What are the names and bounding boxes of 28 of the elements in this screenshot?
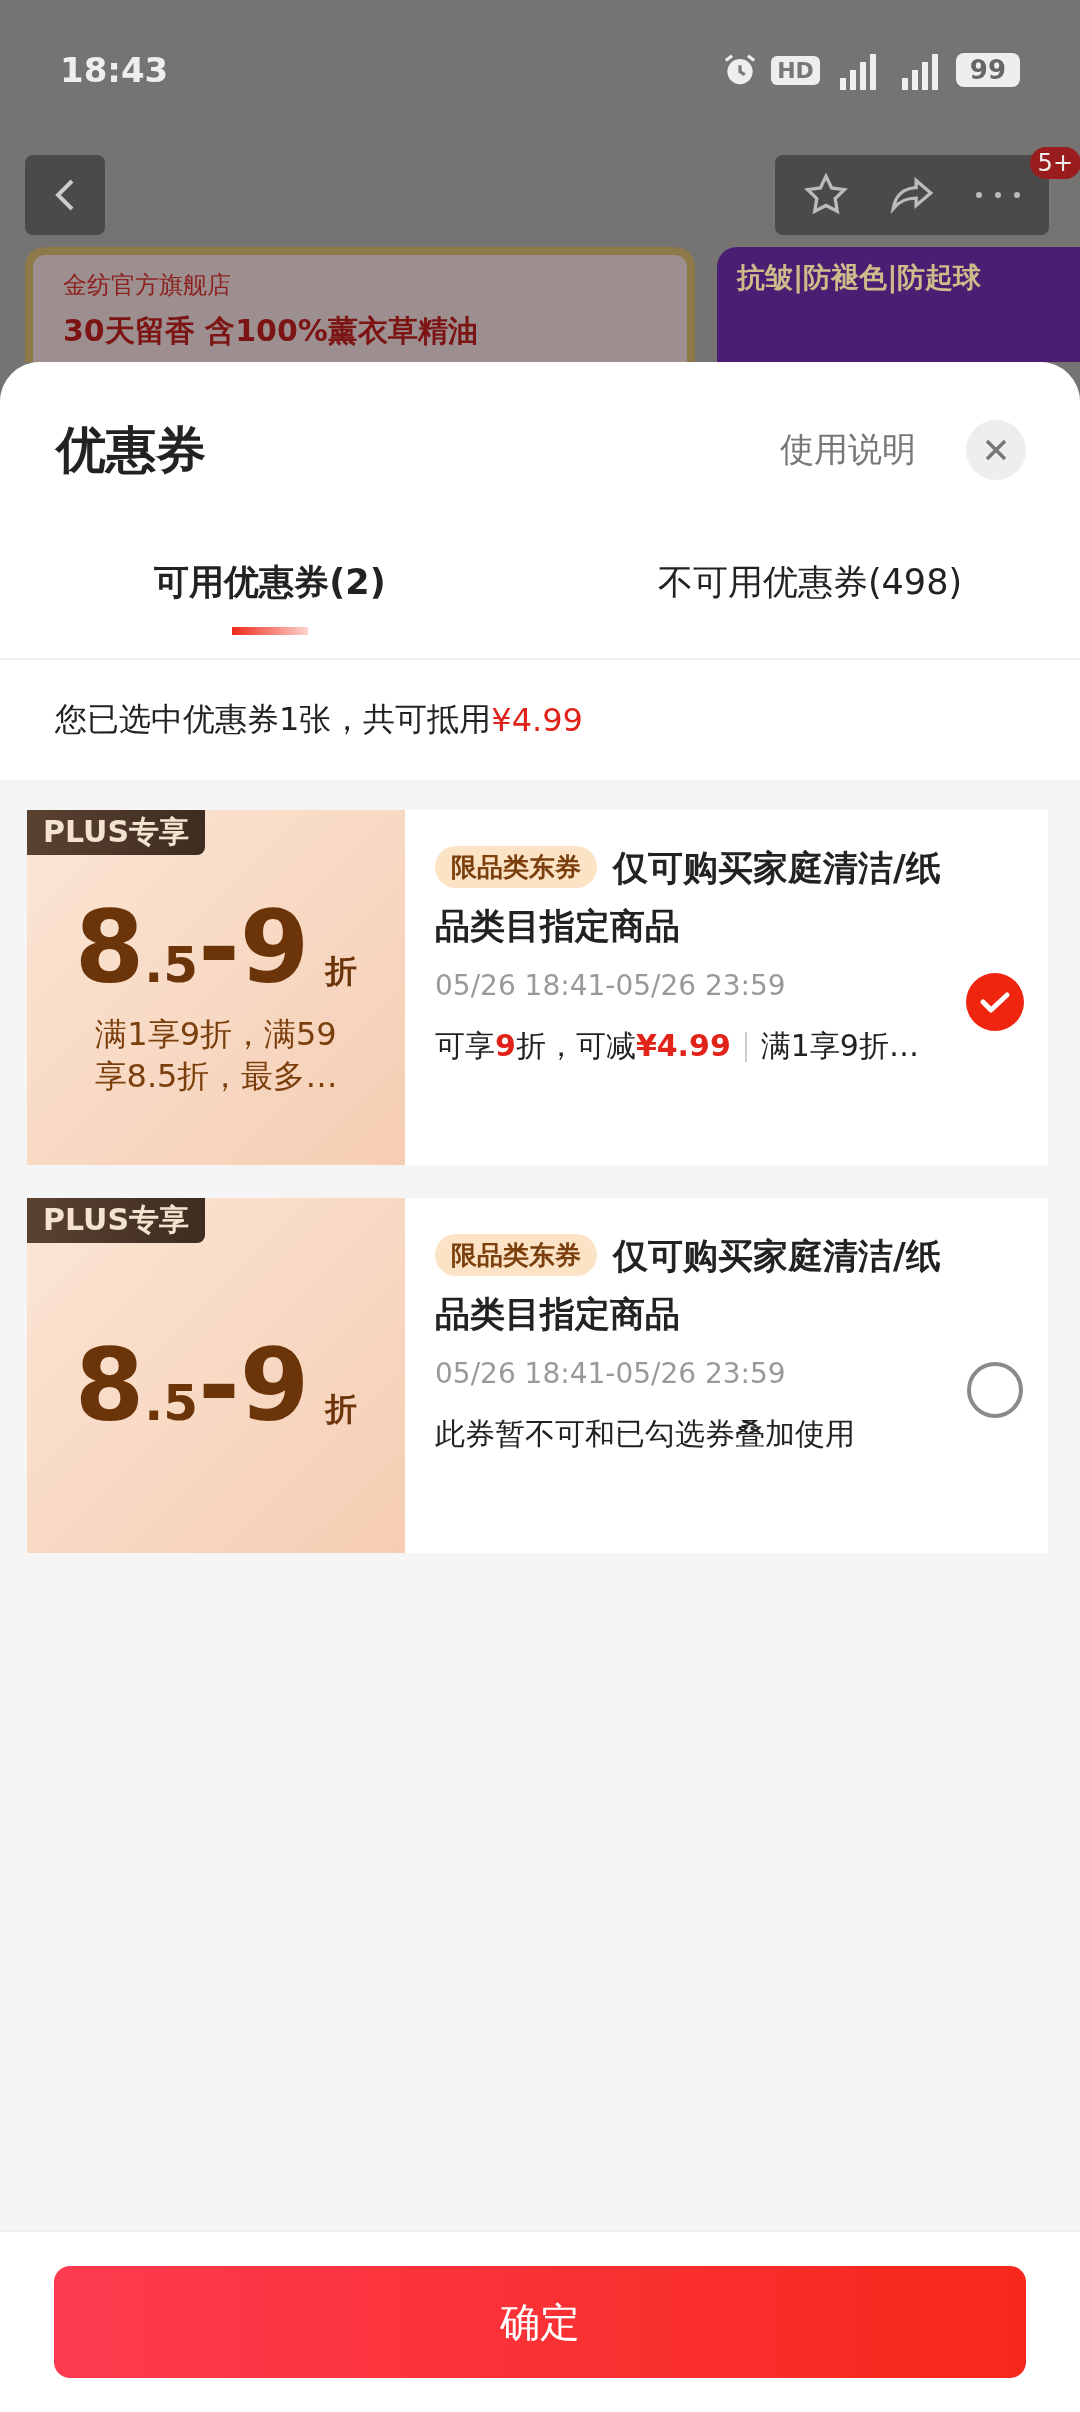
plus-badge: PLUS专享 [27, 1198, 205, 1243]
store-name: 金纺官方旗舰店 [63, 270, 232, 301]
checked-icon[interactable] [966, 972, 1024, 1031]
notification-badge: 5+ [1029, 147, 1080, 179]
help-link[interactable]: 使用说明 [780, 427, 916, 473]
back-button[interactable] [25, 155, 105, 235]
status-time: 18:43 [60, 50, 169, 90]
discount-amount: 8.5-9 折 [74, 1335, 358, 1436]
coupon-note: 满1享9折… [760, 1027, 919, 1065]
discount-condition: 满1享9折，满59享8.5折，最多… [93, 1013, 339, 1097]
banner-slogan: 抗皱|防褪色|防起球 [737, 261, 982, 294]
confirm-button[interactable]: 确定 [54, 2266, 1026, 2378]
plus-badge: PLUS专享 [27, 810, 205, 855]
discount-amount: 8.5-9 折 [74, 897, 358, 998]
coupon-tab[interactable]: 不可用优惠券(498) [540, 541, 1080, 637]
banner-headline: 30天留香 含100%薰衣草精油 [63, 312, 479, 350]
unchecked-icon[interactable] [966, 1360, 1024, 1419]
more-icon[interactable] [973, 189, 1023, 201]
close-icon [983, 437, 1009, 463]
coupon-note: 可享9折，可减¥4.99 [435, 1027, 731, 1065]
validity-period: 05/26 18:41-05/26 23:59 [435, 1357, 787, 1390]
coupon-tab[interactable]: 可用优惠券(2) [0, 541, 540, 637]
selection-summary: 您已选中优惠券1张，共可抵用¥4.99 [0, 660, 1080, 780]
sheet-title: 优惠券 [56, 419, 206, 481]
coupon-note: 此券暂不可和已勾选券叠加使用 [435, 1415, 855, 1453]
validity-period: 05/26 18:41-05/26 23:59 [435, 969, 787, 1002]
battery-indicator: 99 [955, 53, 1020, 87]
hd-indicator: HD [771, 55, 820, 85]
